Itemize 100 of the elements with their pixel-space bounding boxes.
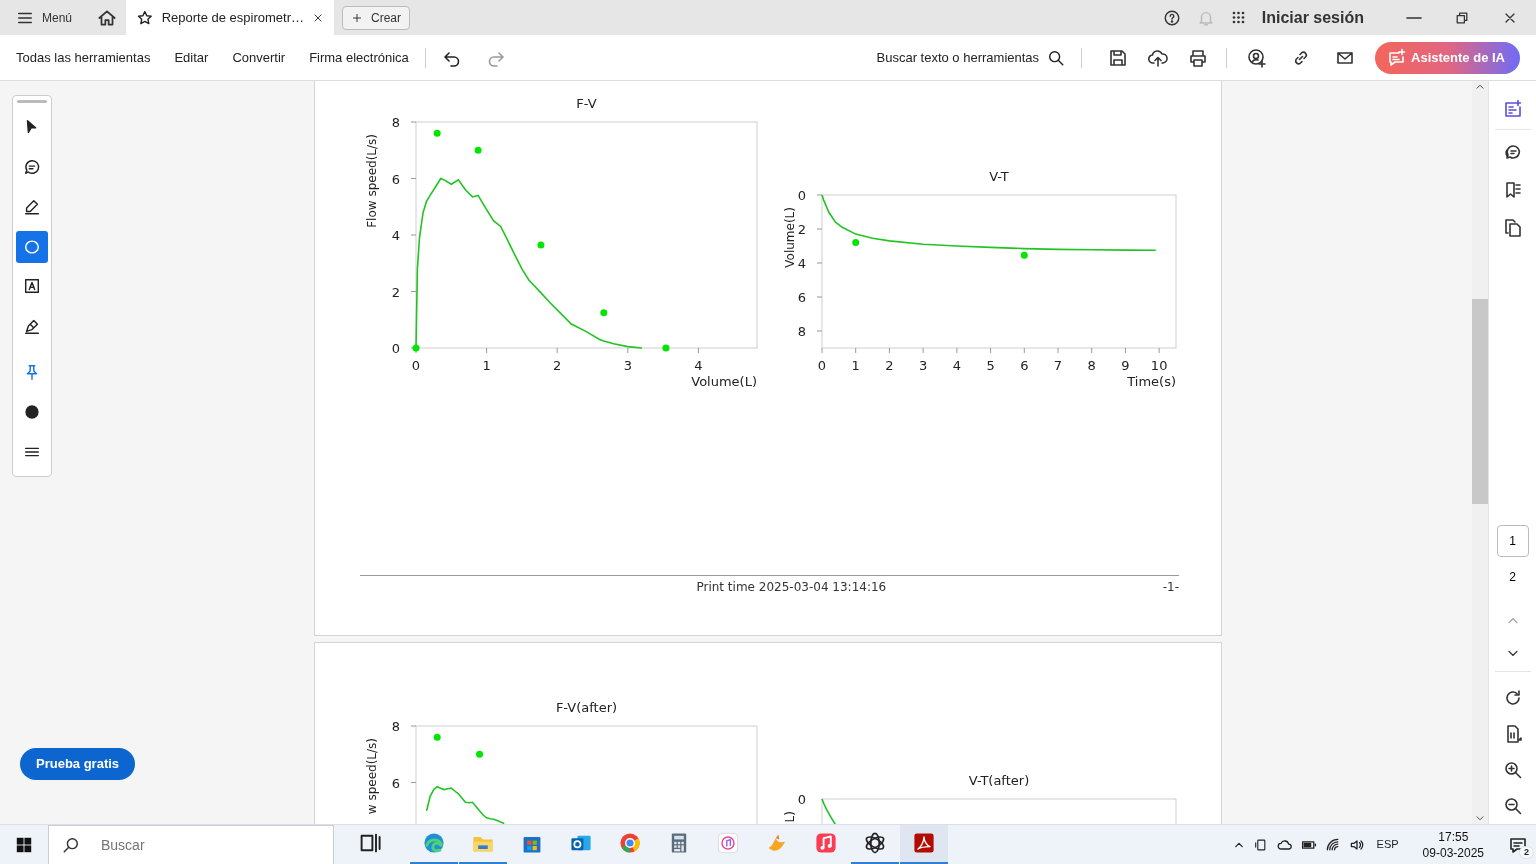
clock[interactable]: 17:55 09-03-2025: [1422, 828, 1484, 861]
tick-label: 3: [919, 358, 928, 373]
axis-label: w speed(L/s): [365, 738, 379, 815]
help-button[interactable]: [1162, 8, 1181, 27]
data-point: [433, 129, 441, 137]
windows-icon: [15, 835, 33, 854]
upload-button[interactable]: [1148, 47, 1169, 68]
search-icon: [62, 835, 80, 854]
data-point: [662, 344, 670, 352]
tick-label: 2: [391, 284, 400, 300]
trial-button[interactable]: Prueba gratis: [20, 748, 136, 780]
pages-icon: [1502, 218, 1523, 238]
axis-label: Flow speed(L/s): [365, 134, 379, 228]
plus-icon: [351, 11, 364, 24]
tick-label: 0: [797, 792, 806, 807]
pdf-icon: [912, 831, 936, 855]
clock-time: 17:55: [1437, 828, 1470, 845]
document-tab[interactable]: Reporte de espirometr…: [126, 0, 335, 35]
knot-icon: [863, 831, 887, 855]
tick-label: 8: [391, 115, 400, 130]
chart-title: V-T: [989, 169, 1009, 184]
zoom-in-icon: [1502, 760, 1523, 780]
data-point: [1020, 251, 1028, 259]
color-dot-icon: [24, 404, 40, 421]
notification-badge: 2: [1519, 845, 1534, 859]
ai-assistant-button[interactable]: Asistente de IA: [1375, 41, 1520, 74]
data-point: [476, 750, 484, 758]
chart-title: V-T(after): [968, 773, 1030, 788]
axis-label: Volume(L): [783, 207, 797, 268]
print-button[interactable]: [1188, 47, 1209, 68]
save-icon: [1108, 47, 1129, 68]
zoom-out-icon: [1502, 796, 1523, 816]
tick-label: 1: [482, 358, 491, 373]
tick-label: 6: [391, 171, 400, 187]
ai-panel-button[interactable]: [1502, 99, 1523, 119]
pages-button[interactable]: [1502, 218, 1523, 238]
tick-label: 6: [797, 290, 806, 305]
cloud-upload-icon: [1148, 47, 1169, 68]
pen-icon: [23, 197, 41, 216]
tick-label: 2: [885, 358, 894, 373]
tick-label: 7: [1053, 358, 1063, 373]
text-box-icon: [23, 277, 41, 296]
tick-label: 10: [1150, 358, 1168, 373]
search-tools-button[interactable]: Buscar texto o herramientas: [876, 47, 1066, 68]
tick-label: 6: [391, 775, 400, 791]
tick-label: 9: [1121, 358, 1130, 373]
print-icon: [1188, 47, 1209, 68]
data-point: [600, 309, 608, 317]
browser-icon: [422, 831, 446, 855]
tick-label: 2: [797, 222, 806, 237]
menu-item[interactable]: Convertir: [232, 47, 286, 68]
data-point: [537, 241, 545, 249]
pen-nib-icon: [23, 317, 41, 336]
minimize-icon: [1406, 16, 1422, 19]
browser-icon: [618, 831, 642, 855]
wifi-icon: [1324, 836, 1341, 853]
page-number-button[interactable]: 2: [1496, 561, 1529, 593]
zoom-in-button[interactable]: [1502, 760, 1523, 780]
tick-label: 0: [797, 188, 806, 203]
tab-title: Reporte de espirometr…: [161, 8, 305, 27]
chart-title: F-V: [576, 96, 597, 111]
comment-icon: [23, 157, 41, 176]
apps-button[interactable]: [1230, 10, 1246, 25]
search-icon: [1047, 48, 1066, 67]
menu-item[interactable]: Firma electrónica: [309, 47, 409, 68]
tick-label: 0: [817, 358, 827, 373]
chart-title: F-V(after): [555, 700, 618, 715]
save-button[interactable]: [1108, 47, 1129, 68]
menu-item[interactable]: Todas las herramientas: [16, 47, 151, 68]
data-point: [852, 239, 860, 247]
language-indicator[interactable]: ESP: [1376, 836, 1399, 853]
minimize-button[interactable]: [1406, 16, 1422, 19]
ellipse-tool[interactable]: [16, 230, 48, 263]
user-plus-icon: [1247, 47, 1268, 68]
music-note-icon: [716, 831, 740, 855]
menu-button[interactable]: Menú: [16, 8, 73, 27]
share-button[interactable]: [1247, 47, 1268, 68]
comment-icon: [1502, 142, 1523, 162]
sign-in-link[interactable]: Iniciar sesión: [1261, 7, 1364, 28]
tick-label: 3: [623, 358, 632, 373]
tick-label: 8: [797, 324, 806, 339]
music-note-icon: [814, 831, 838, 855]
comments-button[interactable]: [1502, 142, 1523, 162]
create-button[interactable]: Crear: [342, 5, 411, 30]
page-number-button[interactable]: 1: [1496, 525, 1529, 557]
tick-label: 5: [986, 358, 995, 373]
tick-label: 0: [391, 341, 400, 356]
print-time: Print time 2025-03-04 13:14:16: [695, 579, 888, 596]
tick-label: 4: [952, 358, 961, 373]
tick-label: 0: [411, 358, 421, 373]
data-point: [474, 146, 482, 154]
tick-label: 4: [391, 228, 400, 243]
scrollbar-thumb[interactable]: [1472, 299, 1488, 504]
document-sparkle-icon: [1502, 99, 1523, 119]
chat-sparkle-icon: [1387, 47, 1408, 68]
menu-item[interactable]: Editar: [174, 47, 209, 68]
zoom-out-button[interactable]: [1502, 796, 1523, 816]
tick-label: 6: [1020, 358, 1029, 373]
tick-label: 1: [851, 358, 860, 373]
search-field[interactable]: Buscar: [48, 824, 334, 864]
